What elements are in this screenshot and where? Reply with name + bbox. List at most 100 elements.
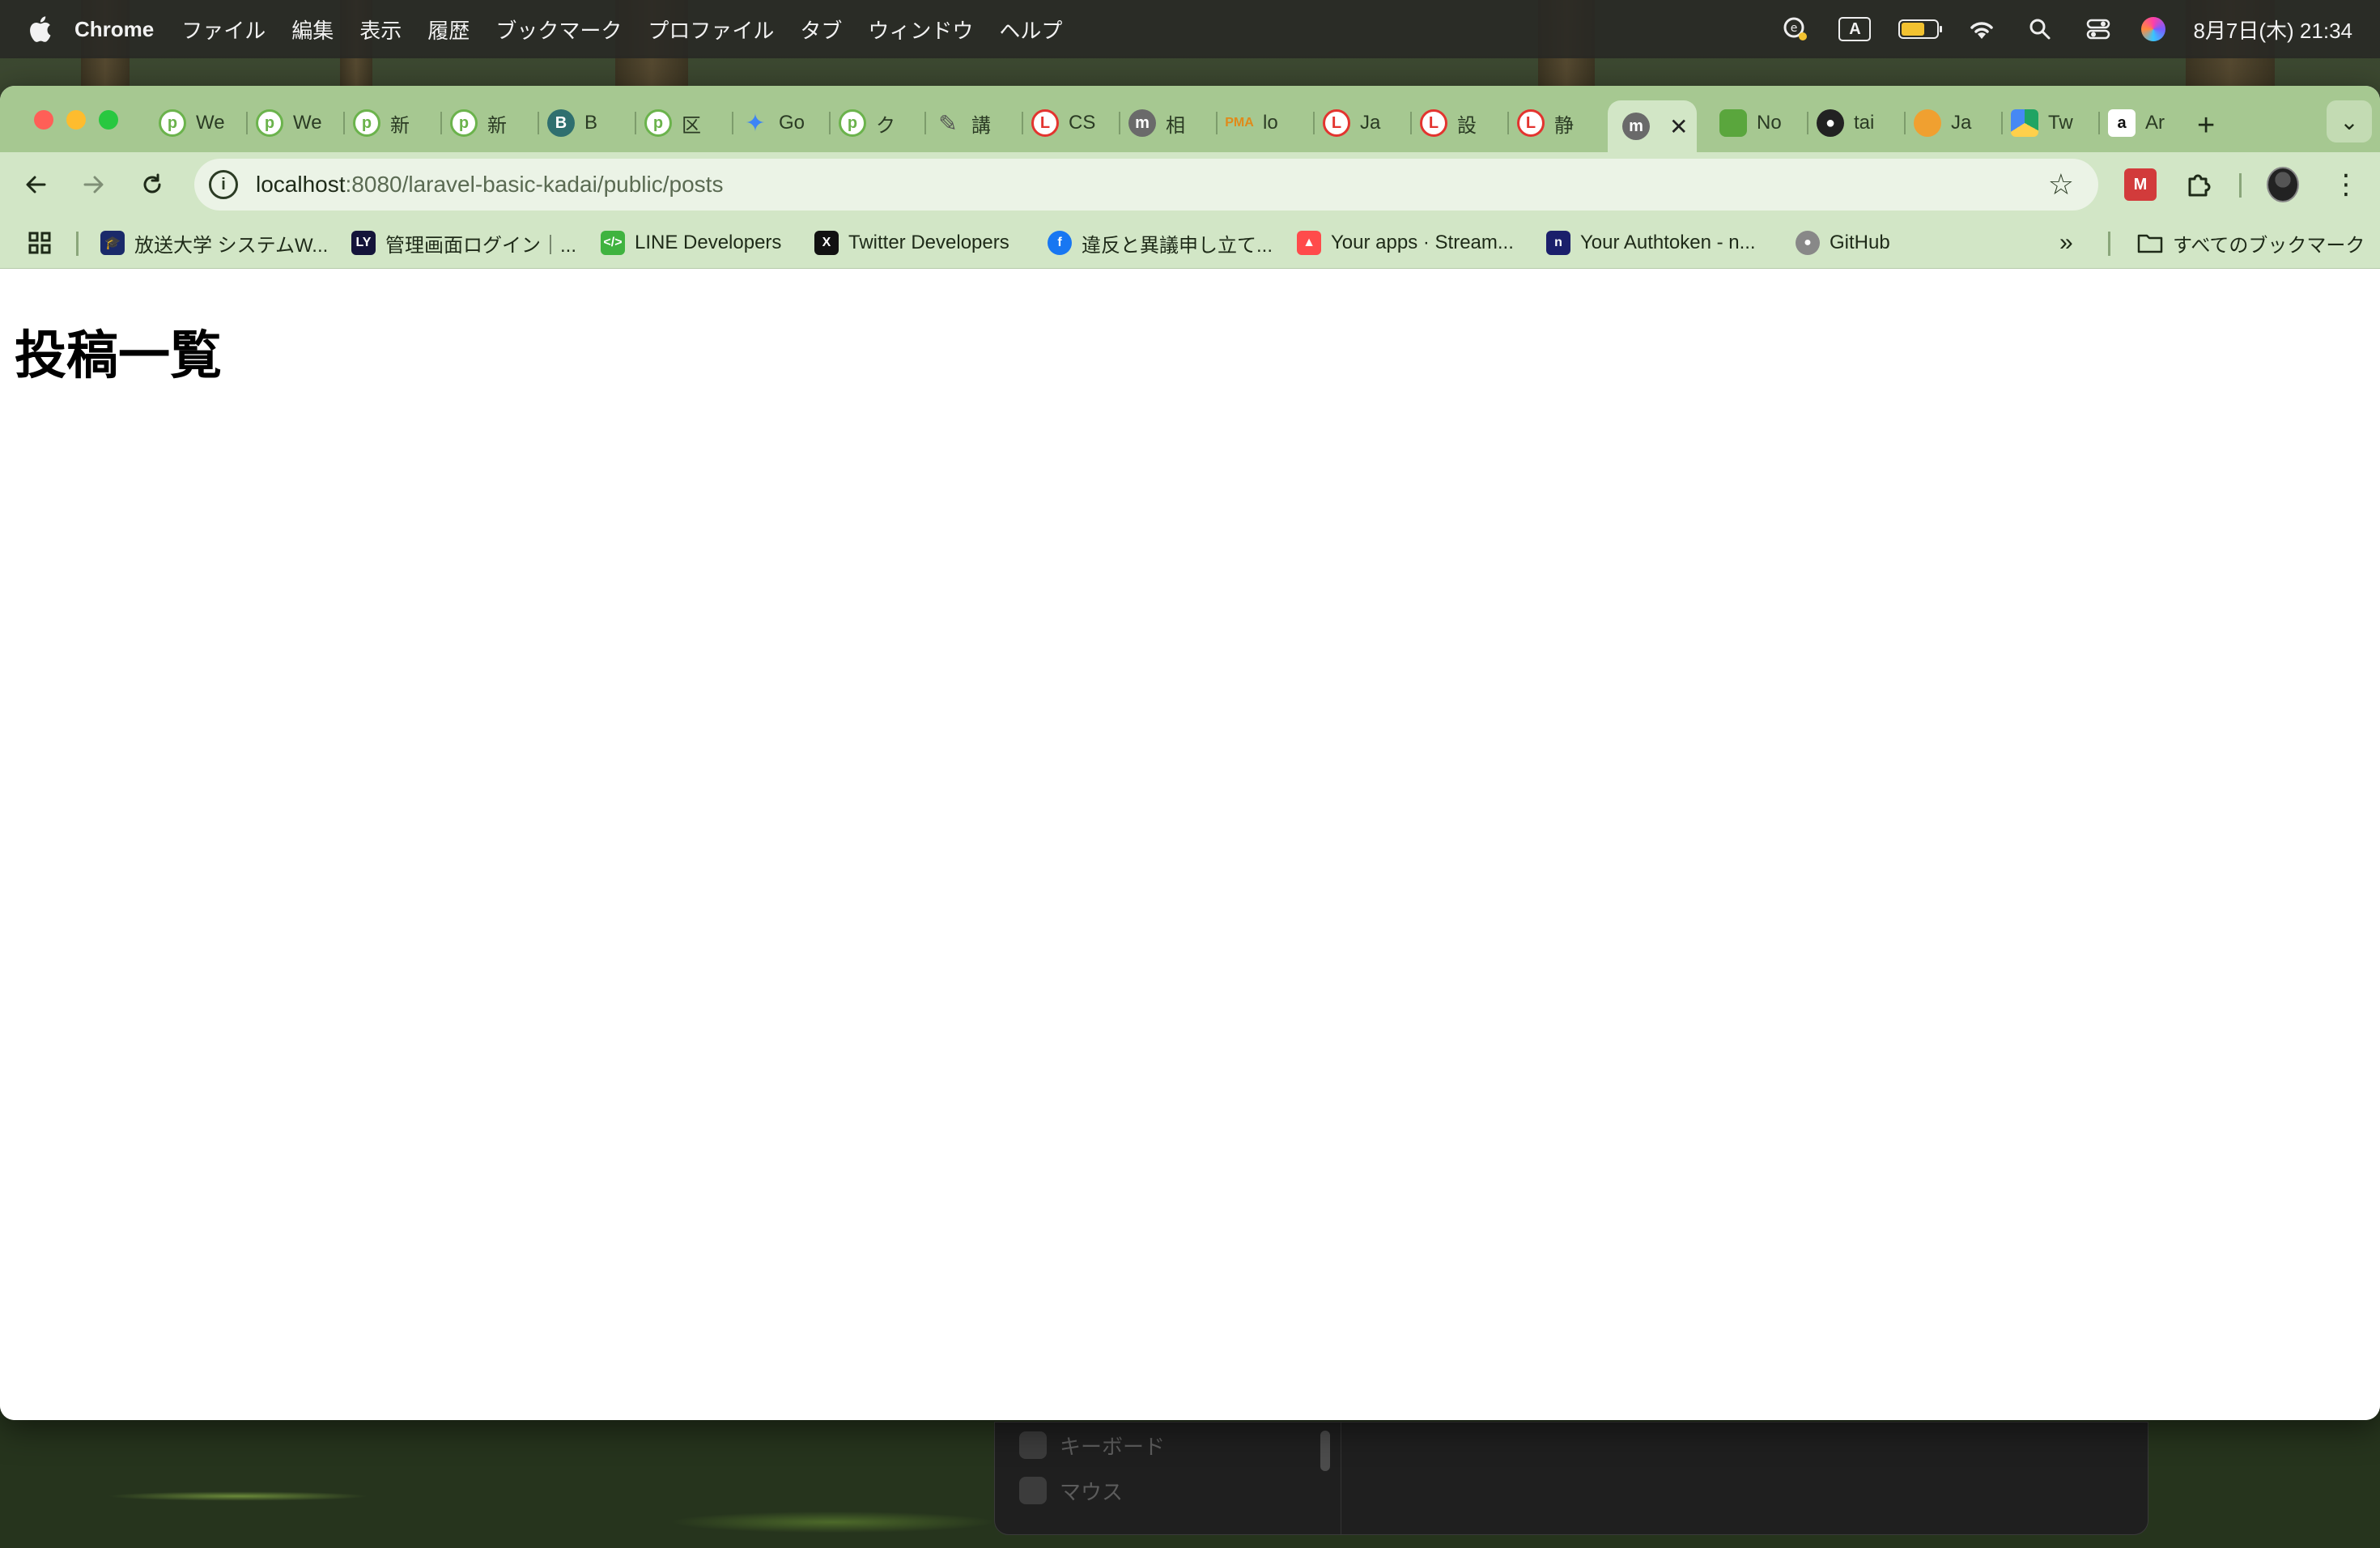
fullscreen-window-button[interactable] [99, 110, 118, 130]
tab[interactable]: a Ar [2098, 100, 2186, 146]
more-bookmarks-chevron-icon[interactable]: » [2059, 228, 2073, 257]
apple-menu-icon[interactable] [26, 15, 53, 44]
bookmark-item[interactable]: f 違反と異議申し立て... [1048, 228, 1273, 257]
new-tab-button[interactable]: + [2197, 108, 2215, 143]
tab[interactable]: No [1710, 100, 1805, 146]
spotlight-search-icon[interactable] [2025, 14, 2055, 45]
address-bar[interactable]: i localhost:8080/laravel-basic-kadai/pub… [194, 159, 2098, 211]
menu-bookmarks[interactable]: ブックマーク [495, 15, 622, 45]
bookmark-star-icon[interactable]: ☆ [2048, 168, 2074, 202]
all-bookmarks-folder[interactable]: すべてのブックマーク [2137, 228, 2365, 257]
menubar-clock[interactable]: 8月7日(木) 21:34 [2193, 15, 2352, 45]
control-center-icon[interactable] [2083, 14, 2114, 45]
extensions-puzzle-icon[interactable] [2182, 168, 2215, 201]
bookmark-item[interactable]: n Your Authtoken - n... [1546, 228, 1756, 257]
tab[interactable]: L CS [1022, 100, 1117, 146]
tab[interactable]: p区 [635, 100, 717, 146]
menu-help[interactable]: ヘルプ [999, 15, 1062, 45]
b-icon: B [547, 109, 575, 137]
bookmark-item[interactable]: LY 管理画面ログイン｜... [351, 228, 576, 257]
close-tab-icon[interactable]: ✕ [1669, 113, 1688, 140]
tab[interactable]: Ja [1904, 100, 2000, 146]
siri-icon[interactable] [2141, 17, 2166, 41]
p-icon: p [644, 109, 672, 137]
bookmark-item[interactable]: ● GitHub [1796, 228, 1890, 257]
menu-view[interactable]: 表示 [359, 15, 402, 45]
more-menu-icon[interactable]: ⋮ [2330, 168, 2362, 201]
laravel-icon: L [1420, 109, 1447, 137]
menu-edit[interactable]: 編集 [291, 15, 334, 45]
p-icon: p [159, 109, 186, 137]
tab[interactable]: pク [829, 100, 924, 146]
extension-red-icon[interactable]: M [2124, 168, 2157, 201]
tab[interactable]: p新 [343, 100, 426, 146]
menu-history[interactable]: 履歴 [427, 15, 470, 45]
tab-title: 新 [487, 114, 507, 137]
url-path: :8080/laravel-basic-kadai/public/posts [345, 172, 724, 197]
github-icon: ● [1817, 109, 1844, 137]
tab-search-button[interactable]: ⌄ [2327, 100, 2372, 142]
tab[interactable]: BB [538, 100, 620, 146]
tab[interactable]: L Ja [1313, 100, 1409, 146]
all-bookmarks-label: すべてのブックマーク [2173, 234, 2365, 257]
tab-title: B [584, 112, 598, 134]
tab[interactable]: p新 [440, 100, 523, 146]
site-info-icon[interactable]: i [209, 170, 238, 199]
bookmark-label: Your apps · Stream... [1331, 232, 1514, 253]
tab-title: 講 [971, 114, 991, 137]
bookmark-item[interactable]: X Twitter Developers [814, 228, 1009, 257]
close-window-button[interactable] [34, 110, 53, 130]
chrome-window: p We p We p新 p新 BB p区 ✦ Go pク ✎ 講 L CS m相 PMA… [0, 86, 2380, 1420]
tab[interactable]: L静 [1507, 100, 1603, 146]
settings-item-keyboard[interactable]: キーボード [1019, 1429, 1165, 1461]
bookmark-item[interactable]: ▲ Your apps · Stream... [1297, 228, 1514, 257]
gemini-icon: ✦ [745, 109, 766, 137]
settings-sidebar: キーボード マウス [995, 1423, 1341, 1534]
url-text[interactable]: localhost:8080/laravel-basic-kadai/publi… [256, 172, 723, 198]
tab-title: Ja [1951, 112, 1972, 134]
bookmark-label: GitHub [1830, 232, 1890, 253]
profile-avatar[interactable] [2267, 167, 2299, 202]
settings-scrollbar[interactable] [1320, 1431, 1330, 1471]
tab[interactable]: p We [246, 100, 329, 146]
tab[interactable]: Tw [2001, 100, 2097, 146]
bookmark-label: 管理画面ログイン｜... [385, 234, 577, 257]
tab[interactable]: ✦ Go [732, 100, 814, 146]
back-button[interactable] [19, 168, 52, 201]
page-title: 投稿一覧 [15, 326, 222, 386]
ngrok-icon: n [1546, 231, 1570, 255]
tab-title: ク [876, 114, 895, 137]
reload-button[interactable] [136, 168, 168, 201]
input-source-indicator[interactable]: A [1838, 17, 1872, 41]
keyboard-icon [1019, 1431, 1047, 1459]
tab-active[interactable]: m ✕ [1608, 100, 1697, 152]
settings-item-mouse[interactable]: マウス [1019, 1474, 1123, 1507]
bookmark-item[interactable]: </> LINE Developers [601, 228, 781, 257]
facebook-icon: f [1048, 231, 1072, 255]
tab[interactable]: p We [149, 100, 232, 146]
tab[interactable]: PMA lo [1216, 100, 1311, 146]
menu-file[interactable]: ファイル [181, 15, 266, 45]
tab-title: We [293, 112, 322, 134]
browser-toolbar: i localhost:8080/laravel-basic-kadai/pub… [0, 152, 2380, 217]
minimize-window-button[interactable] [66, 110, 86, 130]
tab[interactable]: ✎ 講 [924, 100, 1020, 146]
extension-status-icon[interactable]: e [1780, 14, 1811, 45]
apps-grid-icon[interactable] [28, 228, 52, 257]
wifi-icon[interactable] [1966, 14, 1997, 45]
menu-tab[interactable]: タブ [800, 15, 842, 45]
system-settings-window: キーボード マウス [994, 1422, 2148, 1535]
bookmark-item[interactable]: 🎓 放送大学 システムW... [100, 228, 328, 257]
forward-button[interactable] [78, 168, 110, 201]
menu-window[interactable]: ウィンドウ [868, 15, 973, 45]
tab[interactable]: m相 [1119, 100, 1214, 146]
tab-title: 区 [682, 114, 701, 137]
graduation-icon: 🎓 [100, 231, 125, 255]
menu-profiles[interactable]: プロファイル [648, 15, 774, 45]
battery-icon[interactable] [1898, 19, 1943, 39]
tab[interactable]: ● tai [1807, 100, 1902, 146]
app-menu-chrome[interactable]: Chrome [74, 17, 154, 42]
line-dev-icon: </> [601, 231, 625, 255]
tab[interactable]: L設 [1410, 100, 1506, 146]
tab-title: Tw [2048, 112, 2073, 134]
